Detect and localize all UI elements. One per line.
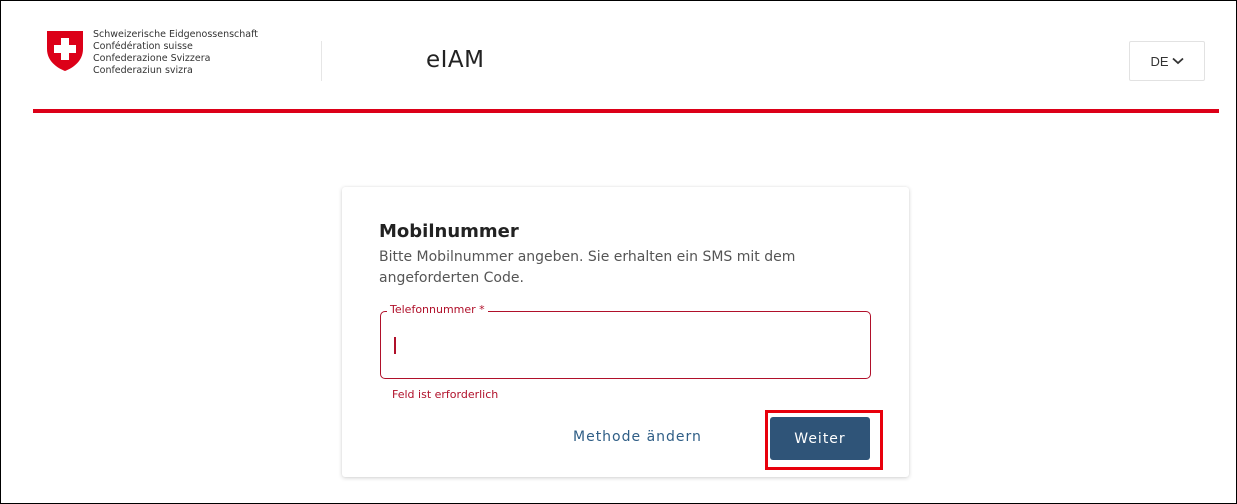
confederation-line-de: Schweizerische Eidgenossenschaft [93,29,259,40]
change-method-button[interactable]: Methode ändern [573,429,702,445]
header: Schweizerische Eidgenossenschaft Confédé… [1,1,1236,113]
card-title: Mobilnummer [379,221,519,242]
header-red-line [33,109,1219,113]
phone-number-input[interactable] [391,330,855,362]
confederation-wordmark: Schweizerische Eidgenossenschaft Confédé… [93,29,258,77]
mobile-number-card: Mobilnummer Bitte Mobilnummer angeben. S… [342,187,909,477]
page-frame: Schweizerische Eidgenossenschaft Confédé… [0,0,1237,504]
confederation-line-it: Confederazione Svizzera [93,53,211,64]
app-title: eIAM [426,47,485,73]
header-divider [321,41,322,81]
language-label: DE [1150,53,1169,69]
language-selector[interactable]: DE [1129,41,1205,81]
confederation-line-rm: Confederaziun svizra [93,65,193,76]
swiss-cross-shield-icon [47,31,83,71]
continue-button[interactable]: Weiter [770,417,870,460]
text-cursor [394,337,396,354]
phone-number-field: Telefonnummer * [380,303,871,379]
phone-number-label: Telefonnummer * [387,303,488,316]
field-error-message: Feld ist erforderlich [392,388,499,401]
confederation-line-fr: Confédération suisse [93,41,193,52]
chevron-down-icon [1171,57,1184,65]
card-description: Bitte Mobilnummer angeben. Sie erhalten … [379,249,796,286]
